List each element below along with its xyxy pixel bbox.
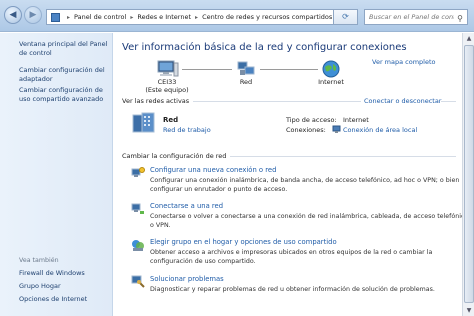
breadcrumb-network-internet[interactable]: Redes e Internet: [137, 13, 191, 21]
vertical-scrollbar[interactable]: ▲ ▼: [462, 33, 474, 316]
map-node-computer-sublabel: (Este equipo): [145, 86, 189, 94]
sidebar-item-control-panel-home[interactable]: Ventana principal del Panel de control: [19, 40, 109, 58]
description-line: o VPN.: [150, 222, 171, 229]
forward-button[interactable]: ▶: [24, 6, 42, 24]
address-bar[interactable]: ▸ Panel de control ▸ Redes e Internet ▸ …: [46, 9, 334, 25]
map-connector: [260, 69, 318, 70]
new-connection-icon: [131, 166, 145, 180]
search-icon[interactable]: ⚲: [457, 12, 463, 26]
description-line: Configurar una conexión inalámbrica, de …: [150, 177, 460, 184]
breadcrumb-control-panel[interactable]: Panel de control: [74, 13, 126, 21]
description-line: Diagnosticar y reparar problemas de red …: [150, 286, 435, 293]
scroll-thumb[interactable]: [464, 45, 474, 303]
network-name: Red: [163, 116, 179, 124]
network-icon: [236, 60, 256, 78]
description-line: Obtener acceso a archivos e impresoras u…: [150, 249, 433, 256]
sidebar-item-advanced-sharing[interactable]: Cambiar configuración de uso compartido …: [19, 86, 109, 104]
search-input[interactable]: [369, 13, 454, 21]
map-node-network-label: Red: [239, 78, 253, 86]
globe-icon: [322, 60, 340, 78]
work-network-icon: [131, 112, 157, 134]
lan-connection-link[interactable]: Conexión de área local: [343, 126, 417, 134]
access-type-value: Internet: [343, 116, 369, 124]
task-homegroup-link[interactable]: Elegir grupo en el hogar y opciones de u…: [150, 238, 337, 246]
description-line: configurar un enrutador o punto de acces…: [150, 186, 288, 193]
task-homegroup-description: Obtener acceso a archivos e impresoras u…: [150, 248, 470, 266]
search-box[interactable]: ⚲: [364, 9, 468, 25]
access-type-label: Tipo de acceso:: [286, 116, 337, 124]
description-line: configuración de uso compartido.: [150, 258, 256, 265]
task-connect-network-description: Conectarse o volver a conectarse a una c…: [150, 212, 470, 230]
breadcrumb-arrow-icon: ▸: [67, 13, 71, 21]
task-connect-network-link[interactable]: Conectarse a una red: [150, 202, 223, 210]
homegroup-icon: [131, 238, 145, 252]
see-also-heading: Vea también: [19, 257, 59, 264]
active-networks-heading: Ver las redes activas: [122, 97, 194, 105]
page-title: Ver información básica de la red y confi…: [122, 42, 407, 53]
sidebar-item-firewall[interactable]: Firewall de Windows: [19, 269, 109, 278]
map-node-computer-label: CEI33: [157, 78, 177, 86]
troubleshoot-icon: [131, 274, 145, 288]
task-new-connection-link[interactable]: Configurar una nueva conexión o red: [150, 166, 276, 174]
task-troubleshoot-link[interactable]: Solucionar problemas: [150, 275, 224, 283]
forward-arrow-icon: ▶: [29, 10, 37, 20]
breadcrumb-network-center[interactable]: Centro de redes y recursos compartidos: [202, 13, 332, 21]
back-arrow-icon: ◀: [9, 10, 17, 20]
breadcrumb-arrow-icon: ▸: [195, 13, 199, 21]
lan-icon: [332, 125, 341, 134]
breadcrumb-arrow-icon: ▸: [130, 13, 134, 21]
description-line: Conectarse o volver a conectarse a una c…: [150, 213, 469, 220]
sidebar-item-homegroup[interactable]: Grupo Hogar: [19, 282, 109, 291]
refresh-icon: ⟳: [342, 12, 349, 21]
map-connector: [182, 69, 232, 70]
back-button[interactable]: ◀: [4, 6, 22, 24]
connect-disconnect-link[interactable]: Conectar o desconectar: [361, 97, 442, 105]
change-settings-heading: Cambiar la configuración de red: [122, 152, 231, 160]
sidebar: Ventana principal del Panel de control C…: [0, 33, 113, 316]
task-new-connection-description: Configurar una conexión inalámbrica, de …: [150, 176, 470, 194]
full-map-link[interactable]: Ver mapa completo: [372, 58, 436, 66]
network-type-link[interactable]: Red de trabajo: [163, 126, 211, 134]
refresh-button[interactable]: ⟳: [334, 9, 358, 25]
title-bar: ◀ ▶ ▸ Panel de control ▸ Redes e Interne…: [0, 0, 474, 32]
map-node-internet-label: Internet: [318, 78, 344, 86]
scroll-down-icon[interactable]: ▼: [463, 305, 474, 316]
computer-icon: [155, 60, 179, 78]
sidebar-item-internet-options[interactable]: Opciones de Internet: [19, 295, 109, 304]
sidebar-item-adapter-settings[interactable]: Cambiar configuración del adaptador: [19, 66, 109, 84]
scroll-up-icon[interactable]: ▲: [463, 33, 474, 44]
task-troubleshoot-description: Diagnosticar y reparar problemas de red …: [150, 285, 470, 294]
connections-label: Conexiones:: [286, 126, 326, 134]
connect-network-icon: [131, 202, 145, 216]
control-panel-icon: [51, 12, 60, 22]
